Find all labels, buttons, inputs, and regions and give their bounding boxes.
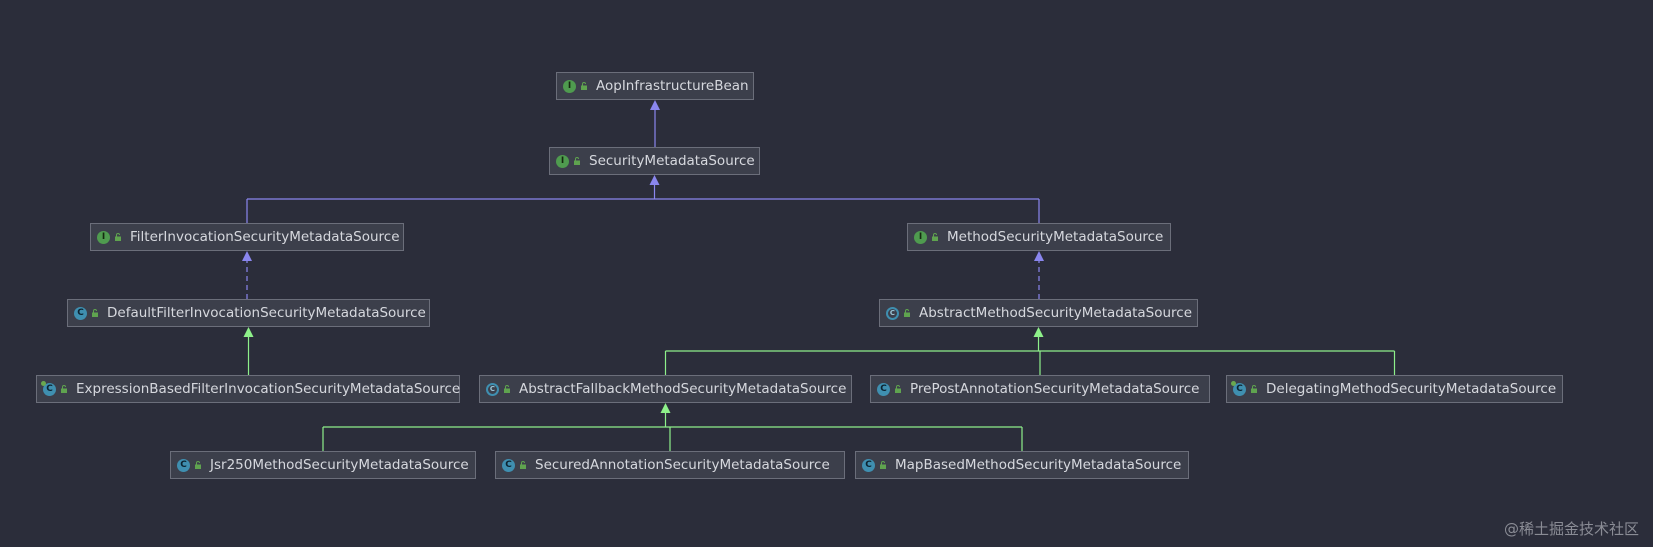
interface-icon: I xyxy=(563,79,576,93)
node-label: MethodSecurityMetadataSource xyxy=(947,229,1164,245)
lock-icon xyxy=(195,461,201,469)
arrowhead xyxy=(243,327,254,337)
node-jsr250-method-security-metadata-source[interactable]: C Jsr250MethodSecurityMetadataSource xyxy=(170,451,476,479)
node-map-based-method-security-metadata-source[interactable]: C MapBasedMethodSecurityMetadataSource xyxy=(855,451,1189,479)
node-label: PrePostAnnotationSecurityMetadataSource xyxy=(910,381,1200,397)
node-abstract-method-security-metadata-source[interactable]: C AbstractMethodSecurityMetadataSource xyxy=(879,299,1198,327)
lock-icon xyxy=(932,233,938,241)
arrowhead xyxy=(650,100,660,110)
lock-icon xyxy=(880,461,886,469)
class-icon: C xyxy=(177,458,190,472)
node-security-metadata-source[interactable]: I SecurityMetadataSource xyxy=(549,147,760,175)
node-filter-invocation-security-metadata-source[interactable]: I FilterInvocationSecurityMetadataSource xyxy=(90,223,404,251)
arrowhead xyxy=(1034,251,1044,261)
node-label: AopInfrastructureBean xyxy=(596,78,749,94)
node-label: SecurityMetadataSource xyxy=(589,153,755,169)
class-icon: C xyxy=(862,458,875,472)
interface-icon: I xyxy=(914,230,927,244)
arrowhead xyxy=(649,175,660,185)
lock-icon xyxy=(92,309,98,317)
arrowhead xyxy=(242,251,252,261)
node-pre-post-annotation-security-metadata-source[interactable]: C PrePostAnnotationSecurityMetadataSourc… xyxy=(870,375,1210,403)
node-label: MapBasedMethodSecurityMetadataSource xyxy=(895,457,1182,473)
node-label: SecuredAnnotationSecurityMetadataSource xyxy=(535,457,830,473)
arrowhead xyxy=(660,403,671,413)
lock-icon xyxy=(504,385,510,393)
class-hierarchy-diagram: I AopInfrastructureBean I SecurityMetada… xyxy=(0,0,1653,547)
node-delegating-method-security-metadata-source[interactable]: C DelegatingMethodSecurityMetadataSource xyxy=(1226,375,1563,403)
node-label: FilterInvocationSecurityMetadataSource xyxy=(130,229,400,245)
lock-icon xyxy=(61,385,67,393)
class-icon: C xyxy=(74,306,87,320)
node-default-filter-invocation-security-metadata-source[interactable]: C DefaultFilterInvocationSecurityMetadat… xyxy=(67,299,430,327)
lock-icon xyxy=(904,309,910,317)
node-abstract-fallback-method-security-metadata-source[interactable]: C AbstractFallbackMethodSecurityMetadata… xyxy=(479,375,852,403)
node-method-security-metadata-source[interactable]: I MethodSecurityMetadataSource xyxy=(907,223,1171,251)
arrowhead xyxy=(1033,327,1044,337)
node-label: AbstractFallbackMethodSecurityMetadataSo… xyxy=(519,381,847,397)
lock-icon xyxy=(895,385,901,393)
abstract-class-icon: C xyxy=(486,382,499,396)
node-expression-based-filter-invocation-security-metadata-source[interactable]: C ExpressionBasedFilterInvocationSecurit… xyxy=(36,375,460,403)
node-label: Jsr250MethodSecurityMetadataSource xyxy=(210,457,469,473)
node-label: DefaultFilterInvocationSecurityMetadataS… xyxy=(107,305,426,321)
lock-icon xyxy=(115,233,121,241)
abstract-class-icon: C xyxy=(886,306,899,320)
node-label: DelegatingMethodSecurityMetadataSource xyxy=(1266,381,1557,397)
interface-icon: I xyxy=(556,154,569,168)
class-icon: C xyxy=(502,458,515,472)
node-label: AbstractMethodSecurityMetadataSource xyxy=(919,305,1193,321)
lock-icon xyxy=(520,461,526,469)
interface-icon: I xyxy=(97,230,110,244)
spring-class-icon: C xyxy=(1231,380,1246,396)
spring-class-icon: C xyxy=(41,380,56,396)
watermark: @稀土掘金技术社区 xyxy=(1503,520,1639,538)
lock-icon xyxy=(574,157,580,165)
class-icon: C xyxy=(877,382,890,396)
node-aop-infrastructure-bean[interactable]: I AopInfrastructureBean xyxy=(556,72,754,100)
node-label: ExpressionBasedFilterInvocationSecurityM… xyxy=(76,381,461,397)
lock-icon xyxy=(1251,385,1257,393)
lock-icon xyxy=(581,82,587,90)
node-secured-annotation-security-metadata-source[interactable]: C SecuredAnnotationSecurityMetadataSourc… xyxy=(495,451,845,479)
